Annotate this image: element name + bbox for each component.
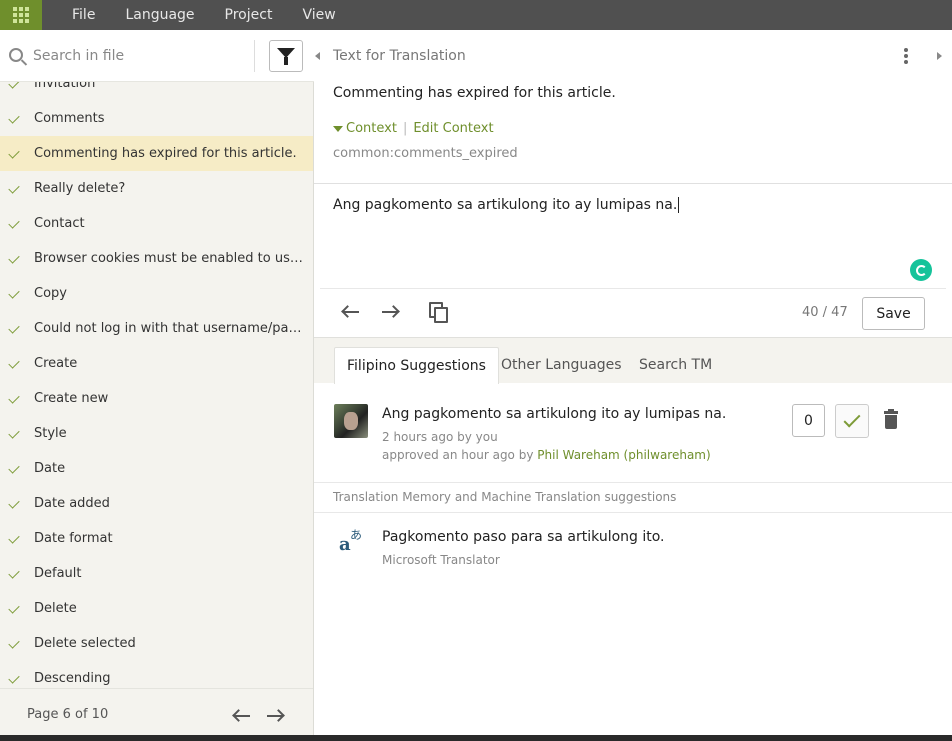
context-toggle[interactable]: Context: [346, 121, 397, 136]
list-item[interactable]: Delete selected: [0, 626, 313, 661]
menu-bar: File Language Project View: [0, 0, 952, 30]
translation-value: Ang pagkomento sa artikulong ito ay lumi…: [333, 197, 678, 213]
list-item[interactable]: Really delete?: [0, 171, 313, 206]
check-icon: [8, 567, 20, 579]
mt-source: Microsoft Translator: [382, 553, 500, 567]
more-options-icon[interactable]: [904, 48, 908, 64]
tm-header: Translation Memory and Machine Translati…: [314, 482, 952, 513]
menu-language[interactable]: Language: [125, 7, 194, 23]
approver-link[interactable]: Phil Wareham (philwareham): [537, 448, 710, 462]
divider: [320, 288, 946, 289]
collapse-left-icon[interactable]: [315, 52, 320, 60]
list-item[interactable]: Date added: [0, 486, 313, 521]
approve-button[interactable]: [835, 404, 869, 438]
list-item[interactable]: Create: [0, 346, 313, 381]
check-icon: [8, 637, 20, 649]
list-item[interactable]: Descending: [0, 661, 313, 688]
list-item-active[interactable]: Commenting has expired for this article.: [0, 136, 313, 171]
check-icon: [8, 602, 20, 614]
page-indicator: Page 6 of 10: [27, 707, 109, 722]
search-input[interactable]: [33, 45, 253, 67]
list-item[interactable]: Date format: [0, 521, 313, 556]
check-icon: [8, 217, 20, 229]
tab-search-tm[interactable]: Search TM: [627, 347, 724, 384]
character-counter: 40 / 47: [802, 305, 848, 320]
list-item[interactable]: Create new: [0, 381, 313, 416]
list-item[interactable]: Date: [0, 451, 313, 486]
check-icon: [8, 112, 20, 124]
source-title: Text for Translation: [333, 48, 466, 64]
check-icon: [8, 532, 20, 544]
check-icon: [8, 497, 20, 509]
translate-icon: aあ: [339, 528, 363, 555]
tm-header-text: Translation Memory and Machine Translati…: [333, 490, 677, 504]
check-icon: [843, 410, 861, 428]
search-row: [0, 30, 314, 82]
trash-icon[interactable]: [884, 409, 898, 429]
check-icon: [8, 82, 20, 89]
apps-grid-icon[interactable]: [0, 0, 42, 30]
context-separator: |: [402, 121, 408, 136]
check-icon: [8, 672, 20, 684]
tab-filipino-suggestions[interactable]: Filipino Suggestions: [334, 347, 499, 384]
source-text: Commenting has expired for this article.: [333, 85, 616, 101]
string-sidebar: Invitation Comments Commenting has expir…: [0, 30, 314, 741]
list-item[interactable]: Default: [0, 556, 313, 591]
mt-suggestion-text[interactable]: Pagkomento paso para sa artikulong ito.: [382, 529, 665, 545]
list-item[interactable]: Could not log in with that username/pass…: [0, 311, 313, 346]
tab-other-languages[interactable]: Other Languages: [489, 347, 634, 384]
collapse-right-icon[interactable]: [937, 52, 942, 60]
pager: Page 6 of 10: [0, 688, 313, 741]
divider: [314, 183, 952, 184]
check-icon: [8, 462, 20, 474]
check-icon: [8, 427, 20, 439]
translation-input[interactable]: Ang pagkomento sa artikulong ito ay lumi…: [333, 197, 680, 213]
check-icon: [8, 322, 20, 334]
vote-count: 0: [792, 404, 825, 437]
next-page-arrow-icon[interactable]: [266, 709, 285, 723]
text-cursor: [678, 197, 680, 213]
suggestion-tabs: Filipino Suggestions Other Languages Sea…: [314, 337, 952, 384]
list-item[interactable]: Invitation: [0, 82, 313, 101]
prev-page-arrow-icon[interactable]: [232, 709, 251, 723]
string-list: Invitation Comments Commenting has expir…: [0, 82, 313, 688]
check-icon: [8, 182, 20, 194]
copy-source-icon[interactable]: [429, 302, 449, 324]
search-icon: [9, 48, 23, 62]
save-button[interactable]: Save: [862, 297, 925, 330]
list-item[interactable]: Delete: [0, 591, 313, 626]
suggestion-text: Ang pagkomento sa artikulong ito ay lumi…: [382, 406, 727, 422]
check-icon: [8, 147, 20, 159]
list-item[interactable]: Comments: [0, 101, 313, 136]
approval-prefix: approved an hour ago by: [382, 448, 534, 462]
suggestion-approval: approved an hour ago by Phil Wareham (ph…: [382, 448, 711, 462]
edit-context-link[interactable]: Edit Context: [413, 121, 493, 136]
next-string-arrow-icon[interactable]: [381, 305, 400, 319]
menu-view[interactable]: View: [302, 7, 335, 23]
menu-project[interactable]: Project: [225, 7, 273, 23]
list-item[interactable]: Contact: [0, 206, 313, 241]
list-item[interactable]: Browser cookies must be enabled to use T…: [0, 241, 313, 276]
suggestion-time: 2 hours ago by you: [382, 430, 498, 444]
list-item[interactable]: Style: [0, 416, 313, 451]
check-icon: [8, 392, 20, 404]
check-icon: [8, 357, 20, 369]
editor-panel: Text for Translation Commenting has expi…: [314, 30, 952, 741]
prev-string-arrow-icon[interactable]: [341, 305, 360, 319]
divider: [254, 40, 255, 72]
menu-file[interactable]: File: [72, 7, 95, 23]
check-icon: [8, 252, 20, 264]
check-icon: [8, 287, 20, 299]
list-item[interactable]: Copy: [0, 276, 313, 311]
avatar: [334, 404, 368, 438]
filter-button[interactable]: [269, 40, 303, 72]
grammarly-icon[interactable]: [910, 259, 932, 281]
context-row: Context | Edit Context: [333, 121, 494, 136]
filter-icon: [277, 48, 295, 65]
caret-down-icon: [333, 125, 343, 132]
context-key: common:comments_expired: [333, 146, 518, 161]
desktop-strip: [0, 735, 952, 741]
